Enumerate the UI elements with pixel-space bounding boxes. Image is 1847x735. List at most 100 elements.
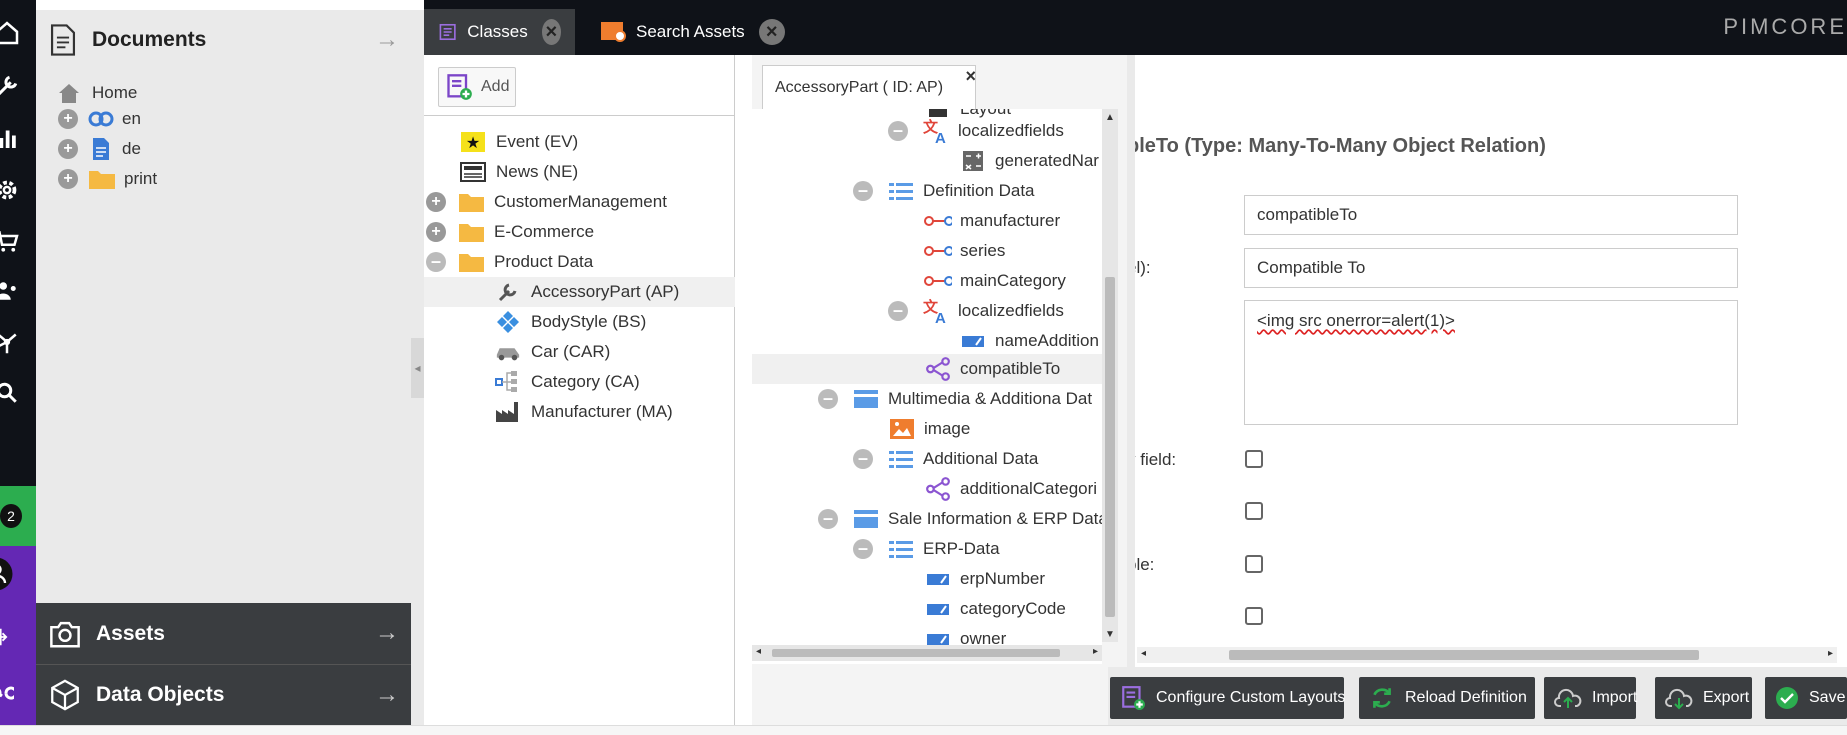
invisible-checkbox[interactable] (1245, 555, 1263, 573)
datahub-icon[interactable] (0, 314, 36, 370)
tree-node-multimedia[interactable]: – Multimedia & Additiona Dat (818, 385, 1092, 413)
collapse-icon[interactable]: – (853, 449, 873, 469)
tree-node-generatedname[interactable]: generatedNar (959, 147, 1099, 175)
class-folder-customermanagement[interactable]: + CustomerManagement (426, 187, 667, 217)
class-item-accessorypart[interactable]: AccessoryPart (AP) (495, 277, 679, 307)
users-icon[interactable] (0, 263, 36, 319)
classes-icon (439, 23, 456, 41)
tree-node-series[interactable]: series (924, 237, 1005, 265)
class-folder-product-data[interactable]: – Product Data (426, 247, 593, 277)
configure-custom-layouts-button[interactable]: Configure Custom Layouts (1110, 677, 1345, 719)
layout-tree-body[interactable]: Layout – 文A localizedfields generatedNar… (752, 109, 1102, 664)
svg-text:A: A (935, 130, 946, 144)
collapse-icon[interactable]: – (853, 181, 873, 201)
tab-search-assets[interactable]: Search Assets × (586, 9, 799, 55)
visible-gridview-checkbox[interactable] (1245, 607, 1263, 625)
tree-node-localizedfields-2[interactable]: – 文A localizedfields (888, 297, 1064, 325)
expand-icon[interactable]: + (58, 109, 78, 129)
reload-definition-button[interactable]: Reload Definition (1359, 677, 1535, 719)
translate-icon: 文A (922, 298, 950, 324)
class-item-bodystyle[interactable]: BodyStyle (BS) (495, 307, 646, 337)
tree-node-erpnumber[interactable]: erpNumber (924, 565, 1045, 593)
tree-node-maincategory[interactable]: mainCategory (924, 267, 1066, 295)
tree-node-manufacturer[interactable]: manufacturer (924, 207, 1060, 235)
arrow-right-icon[interactable]: → (375, 26, 399, 54)
collapse-icon[interactable]: – (818, 389, 838, 409)
tree-node-nameaddition[interactable]: nameAddition (959, 327, 1099, 355)
ecommerce-cart-icon[interactable] (0, 213, 36, 269)
panel-splitter[interactable] (1127, 55, 1135, 667)
tree-node-categorycode[interactable]: categoryCode (924, 595, 1066, 623)
tree-node-de[interactable]: + de (58, 135, 141, 163)
notifications-icon[interactable]: 2 (0, 486, 36, 546)
search-icon[interactable] (0, 365, 36, 421)
class-item-category[interactable]: Category (CA) (495, 367, 640, 397)
translate-icon: 文A (922, 118, 950, 144)
tree-node-home[interactable]: Home (56, 79, 137, 107)
vertical-scrollbar[interactable]: ▲ ▼ (1102, 109, 1118, 642)
scrollbar-thumb[interactable] (772, 649, 1060, 657)
tree-node-compatibleto[interactable]: compatibleTo (924, 355, 1060, 383)
scroll-right-icon[interactable]: ▸ (1093, 646, 1098, 657)
settings-icon[interactable] (0, 162, 36, 218)
horizontal-scrollbar[interactable]: ◂ ▸ (752, 645, 1102, 661)
tools-icon[interactable] (0, 58, 36, 114)
tab-accessorypart[interactable]: AccessoryPart ( ID: AP) × (762, 65, 976, 109)
close-icon[interactable]: × (965, 66, 976, 87)
tree-node-localizedfields[interactable]: – 文A localizedfields (888, 117, 1064, 145)
class-folder-ecommerce[interactable]: + E-Commerce (426, 217, 594, 247)
scrollbar-thumb[interactable] (1105, 277, 1115, 617)
tree-node-image[interactable]: image (888, 415, 970, 443)
mandatory-checkbox[interactable] (1245, 450, 1263, 468)
collapse-panel-handle[interactable]: ◂ (411, 338, 424, 398)
panel-list-icon (887, 181, 915, 201)
tooltip-textarea[interactable]: <img src onerror=alert(1)> (1244, 300, 1738, 425)
tree-node-additional-data[interactable]: – Additional Data (853, 445, 1038, 473)
add-class-button[interactable]: Add (438, 67, 516, 107)
collapse-icon[interactable]: – (888, 301, 908, 321)
documents-header[interactable]: Documents → (36, 10, 411, 70)
save-button[interactable]: Save (1765, 677, 1847, 719)
scroll-left-icon[interactable]: ◂ (756, 646, 761, 657)
class-item-car[interactable]: Car (CAR) (495, 337, 610, 367)
scroll-up-icon[interactable]: ▲ (1105, 112, 1115, 123)
user-menu[interactable] (0, 546, 36, 725)
close-icon[interactable]: × (758, 19, 785, 45)
expand-icon[interactable]: + (58, 169, 78, 189)
tree-node-print[interactable]: + print (58, 165, 157, 193)
arrow-right-icon[interactable]: → (375, 619, 399, 647)
class-item-manufacturer[interactable]: Manufacturer (MA) (495, 397, 673, 427)
class-item-news[interactable]: News (NE) (460, 157, 578, 187)
close-icon[interactable]: × (541, 19, 561, 45)
title-field[interactable]: Compatible To (1244, 248, 1738, 288)
scrollbar-thumb[interactable] (1229, 650, 1699, 660)
export-button[interactable]: Export (1655, 677, 1752, 719)
tab-classes[interactable]: Classes × (424, 9, 575, 55)
expand-icon[interactable]: + (426, 222, 446, 242)
form-horizontal-scrollbar[interactable]: ◂ ▸ (1137, 647, 1837, 663)
collapse-icon[interactable]: – (818, 509, 838, 529)
scroll-right-icon[interactable]: ▸ (1828, 648, 1833, 659)
tree-node-en[interactable]: + en (58, 105, 141, 133)
tree-node-additionalcategories[interactable]: additionalCategori (924, 475, 1097, 503)
assets-header[interactable]: Assets → (36, 603, 411, 664)
class-item-event[interactable]: ★ Event (EV) (460, 127, 578, 157)
reports-icon[interactable] (0, 110, 36, 166)
collapse-icon[interactable]: – (888, 121, 908, 141)
layout-tree-panel: AccessoryPart ( ID: AP) × Layout – 文A lo… (752, 55, 1127, 725)
arrow-right-icon[interactable]: → (375, 681, 399, 709)
collapse-icon[interactable]: – (426, 252, 446, 272)
expand-icon[interactable]: + (426, 192, 446, 212)
scroll-down-icon[interactable]: ▼ (1105, 629, 1115, 640)
tree-node-sale-information[interactable]: – Sale Information & ERP Data (818, 505, 1102, 533)
name-field[interactable]: compatibleTo (1244, 195, 1738, 235)
home-icon[interactable] (0, 5, 36, 61)
collapse-icon[interactable]: – (853, 539, 873, 559)
data-objects-header[interactable]: Data Objects → (36, 664, 411, 725)
expand-icon[interactable]: + (58, 139, 78, 159)
scroll-left-icon[interactable]: ◂ (1141, 648, 1146, 659)
tree-node-definition-data[interactable]: – Definition Data (853, 177, 1035, 205)
import-button[interactable]: Import (1544, 677, 1637, 719)
tree-node-erp-data[interactable]: – ERP-Data (853, 535, 1000, 563)
no-edit-checkbox[interactable] (1245, 502, 1263, 520)
